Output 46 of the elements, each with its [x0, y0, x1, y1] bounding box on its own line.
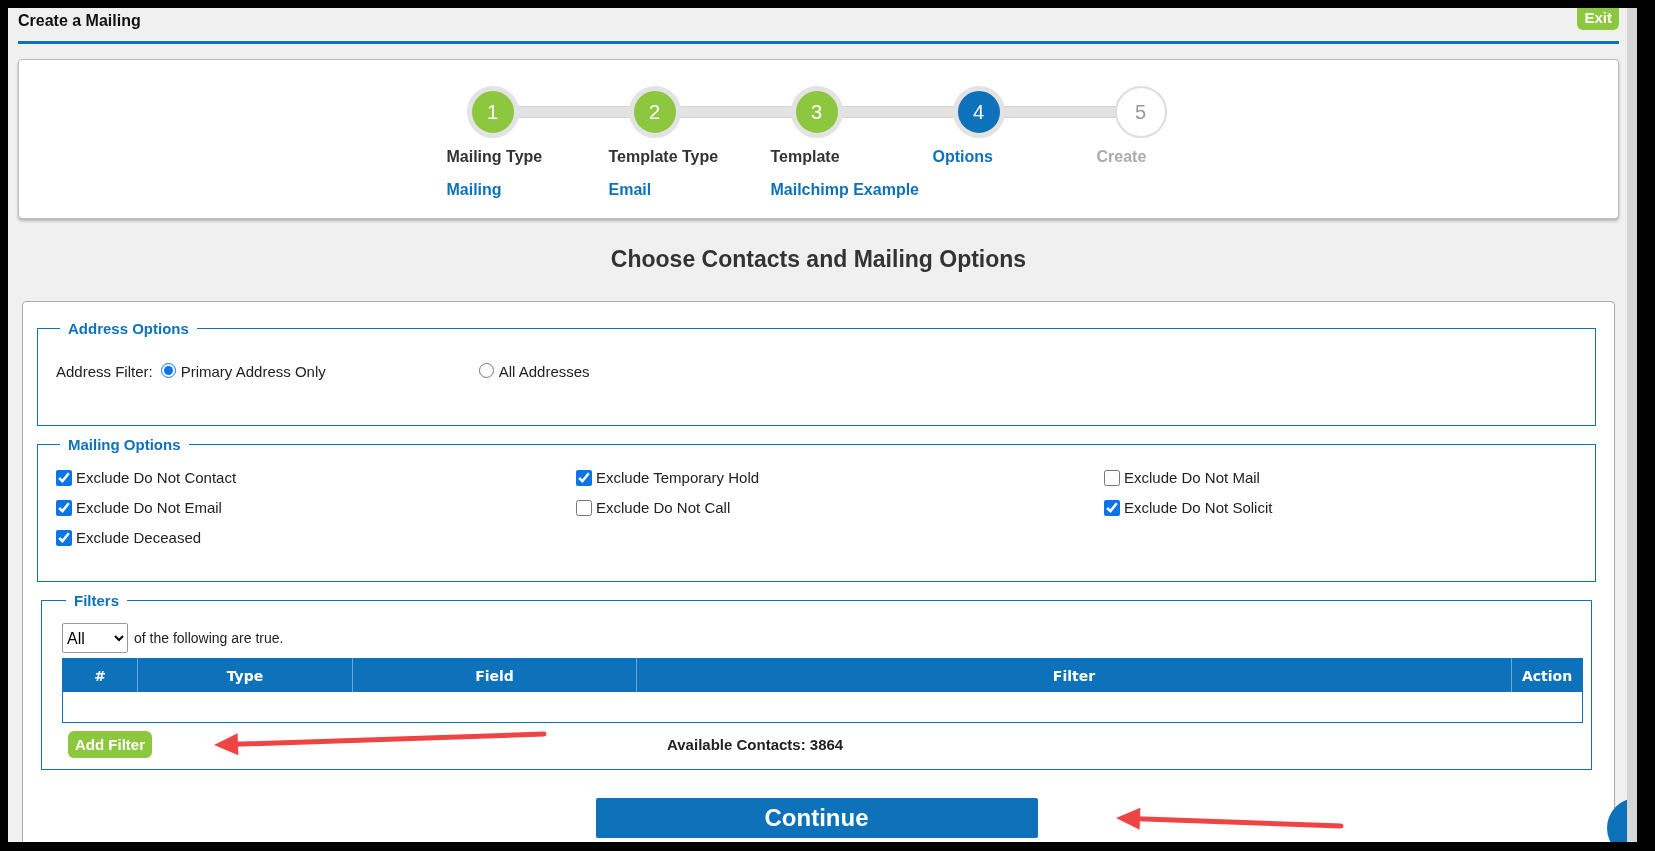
checkbox[interactable]: [56, 529, 72, 546]
column-header: #: [62, 658, 138, 692]
group-legend: Filters: [66, 592, 127, 609]
radio-button[interactable]: [160, 363, 176, 378]
checkbox[interactable]: [56, 469, 72, 486]
field-label: Address Filter:: [56, 363, 153, 380]
step-circle: 3: [790, 86, 843, 138]
checkbox[interactable]: [576, 499, 592, 516]
step-label: Create: [1096, 148, 1147, 166]
column-header: Field: [352, 658, 637, 692]
available-contacts: Available Contacts: 3864: [667, 736, 844, 753]
column-header: Action: [1511, 658, 1583, 692]
page-title: Create a Mailing: [18, 12, 141, 30]
step-circle: 5: [1114, 86, 1167, 138]
column-header: Type: [137, 658, 353, 692]
radio-label: Primary Address Only: [180, 363, 326, 380]
checkbox-label: Exclude Do Not Solicit: [1124, 499, 1273, 516]
checkbox-label: Exclude Do Not Contact: [76, 469, 237, 486]
checkbox[interactable]: [1104, 499, 1120, 516]
checkbox-label: Exclude Deceased: [76, 529, 202, 546]
step-value[interactable]: Email: [608, 181, 652, 199]
step-label: Template: [770, 148, 840, 166]
checkbox-label: Exclude Do Not Call: [596, 499, 731, 516]
step-value[interactable]: Mailchimp Example: [770, 181, 919, 199]
radio-label: All Addresses: [498, 363, 590, 380]
match-select[interactable]: All: [62, 623, 128, 653]
section-heading: Choose Contacts and Mailing Options: [609, 246, 1028, 273]
checkbox-label: Exclude Do Not Mail: [1124, 469, 1260, 486]
step-label: Mailing Type: [446, 148, 543, 166]
checkbox[interactable]: [1104, 469, 1120, 486]
checkbox[interactable]: [56, 499, 72, 516]
step-circle: 1: [466, 86, 519, 138]
step-circle: 4: [952, 86, 1005, 138]
step-label: Template Type: [608, 148, 719, 166]
group-legend: Address Options: [60, 320, 197, 337]
step-circle: 2: [628, 86, 681, 138]
checkbox-label: Exclude Do Not Email: [76, 499, 222, 516]
column-header: Filter: [636, 658, 1512, 692]
radio-button[interactable]: [478, 363, 494, 378]
checkbox[interactable]: [576, 469, 592, 486]
checkbox-label: Exclude Temporary Hold: [596, 469, 760, 486]
continue-button[interactable]: Continue: [595, 798, 1038, 838]
match-text: of the following are true.: [134, 630, 284, 646]
step-label: Options: [932, 148, 993, 166]
step-value[interactable]: Mailing: [446, 181, 502, 199]
group-legend: Mailing Options: [60, 436, 189, 453]
